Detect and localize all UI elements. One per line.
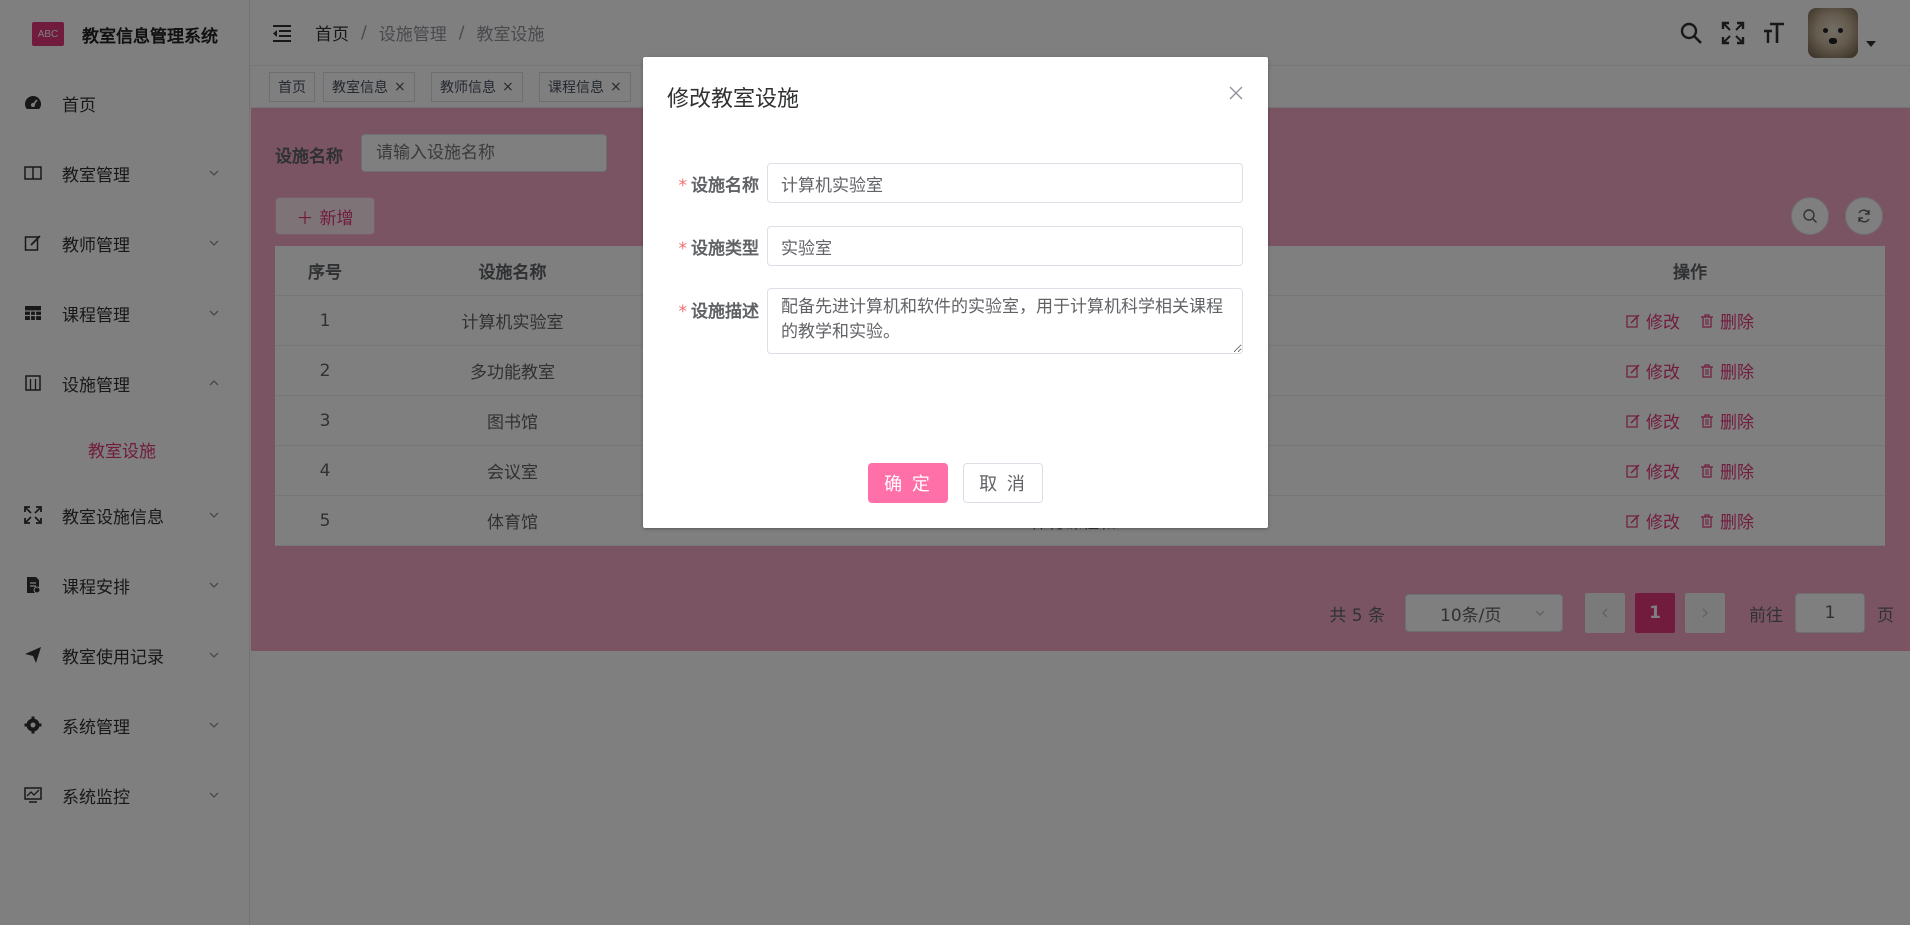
confirm-button[interactable]: 确 定 xyxy=(868,463,948,503)
required-mark: * xyxy=(678,176,688,196)
dialog-title: 修改教室设施 xyxy=(667,87,800,112)
facility-type-input[interactable] xyxy=(767,226,1243,266)
field-name-label: * 设施名称 xyxy=(678,176,760,196)
field-desc-label: * 设施描述 xyxy=(678,302,760,322)
facility-desc-textarea[interactable]: 配备先进计算机和软件的实验室，用于计算机科学相关课程的教学和实验。 xyxy=(767,288,1243,354)
facility-name-input[interactable] xyxy=(767,163,1243,203)
required-mark: * xyxy=(678,302,688,322)
close-icon[interactable] xyxy=(1228,85,1244,101)
required-mark: * xyxy=(678,239,688,259)
cancel-button[interactable]: 取 消 xyxy=(963,463,1043,503)
edit-facility-dialog: 修改教室设施 *设施名称 *设施类型 *设施描述 配备先进计算机和软件的实验室，… xyxy=(643,57,1268,528)
field-type-label: * 设施类型 xyxy=(678,239,760,259)
